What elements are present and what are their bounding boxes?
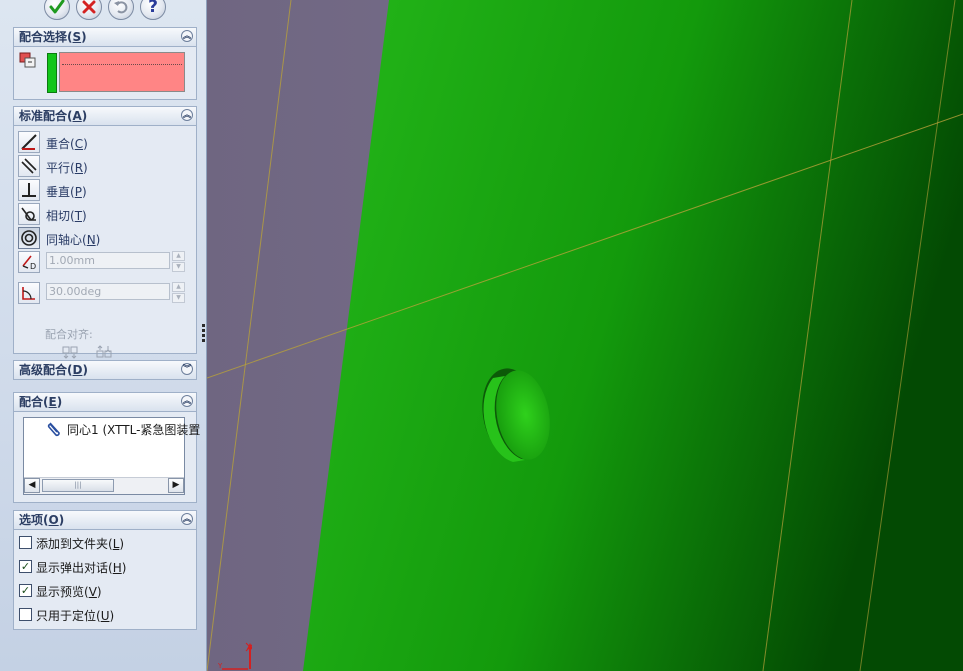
advanced-mates-section: 高级配合(D) ︾	[13, 360, 197, 380]
collapse-chevron-icon[interactable]: ︽	[181, 395, 193, 407]
panel-splitter-handle[interactable]	[201, 322, 206, 346]
mate-selections-header[interactable]: 配合选择(S) ︽	[14, 28, 196, 47]
options-section: 选项(O) ︽ 添加到文件夹(L) ✓ 显示弹出对话(H) ✓ 显示预览(V) …	[13, 510, 197, 630]
aligned-icon[interactable]	[61, 344, 79, 360]
show-popup-dialog-checkbox[interactable]: ✓	[19, 560, 32, 573]
cancel-button[interactable]	[76, 0, 102, 20]
scroll-left-arrow-icon[interactable]: ◀	[24, 478, 40, 493]
mate-alignment-label: 配合对齐:	[45, 328, 93, 341]
anti-aligned-icon[interactable]	[95, 344, 113, 360]
coincident-icon	[18, 131, 40, 153]
angle-input[interactable]: 30.00deg	[46, 283, 170, 300]
ok-icon	[49, 0, 65, 14]
collapse-chevron-icon[interactable]: ︽	[181, 513, 193, 525]
mate-selections-listbox[interactable]	[59, 52, 185, 92]
horizontal-scrollbar[interactable]: ◀ ||| ▶	[24, 477, 184, 494]
positioning-only-checkbox[interactable]	[19, 608, 32, 621]
cancel-icon	[82, 0, 96, 14]
standard-mates-header[interactable]: 标准配合(A) ︽	[14, 107, 196, 126]
ok-button[interactable]	[44, 0, 70, 20]
parallel-icon	[18, 155, 40, 177]
show-preview-checkbox[interactable]: ✓	[19, 584, 32, 597]
mate-selections-section: 配合选择(S) ︽	[13, 27, 197, 100]
undo-button[interactable]	[108, 0, 134, 20]
tangent-mate[interactable]: 相切(T)	[18, 203, 188, 225]
distance-mate-row: D 1.00mm ▲ ▼	[18, 251, 188, 273]
scroll-right-arrow-icon[interactable]: ▶	[168, 478, 184, 493]
advanced-mates-header[interactable]: 高级配合(D) ︾	[14, 361, 196, 379]
coincident-mate[interactable]: 重合(C)	[18, 131, 188, 153]
mates-section: 配合(E) ︽ 同心1 (XTTL-紧急图装置 ◀ ||| ▶	[13, 392, 200, 503]
angle-mate-row: 30.00deg ▲ ▼	[18, 282, 188, 304]
concentric-icon	[18, 227, 40, 249]
distance-icon[interactable]: D	[18, 251, 40, 273]
svg-text:Y: Y	[217, 662, 223, 670]
svg-text:D: D	[30, 262, 36, 271]
add-to-folder-option[interactable]: 添加到文件夹(L)	[19, 534, 189, 552]
coordinate-triad: Y	[217, 642, 252, 670]
collapse-chevron-icon[interactable]: ︽	[181, 109, 193, 121]
green-part-face[interactable]	[303, 0, 963, 671]
expand-chevron-icon[interactable]: ︾	[181, 363, 193, 375]
help-icon: ?	[148, 0, 158, 17]
property-manager-panel: ? 配合选择(S) ︽ 标准配合(A) ︽ 重合(C) 平行(R) 垂直(P) …	[0, 0, 207, 671]
undo-icon	[114, 1, 128, 14]
perpendicular-mate[interactable]: 垂直(P)	[18, 179, 188, 201]
distance-spinner[interactable]: ▲ ▼	[172, 251, 185, 272]
positioning-only-option[interactable]: 只用于定位(U)	[19, 606, 189, 624]
help-button[interactable]: ?	[140, 0, 166, 20]
angle-spinner[interactable]: ▲ ▼	[172, 282, 185, 303]
mate-entities-icon	[19, 52, 36, 68]
perpendicular-icon	[18, 179, 40, 201]
mate-paperclip-icon	[47, 422, 60, 437]
tangent-icon	[18, 203, 40, 225]
show-preview-option[interactable]: ✓ 显示预览(V)	[19, 582, 189, 600]
options-header[interactable]: 选项(O) ︽	[14, 511, 196, 530]
distance-input[interactable]: 1.00mm	[46, 252, 170, 269]
concentric-mate[interactable]: 同轴心(N)	[18, 227, 188, 249]
standard-mates-section: 标准配合(A) ︽ 重合(C) 平行(R) 垂直(P) 相切(T) 同轴心(N)…	[13, 106, 197, 359]
add-to-folder-checkbox[interactable]	[19, 536, 32, 549]
graphics-viewport[interactable]	[207, 0, 963, 671]
show-popup-dialog-option[interactable]: ✓ 显示弹出对话(H)	[19, 558, 189, 576]
collapse-chevron-icon[interactable]: ︽	[181, 30, 193, 42]
scroll-thumb[interactable]: |||	[42, 479, 114, 492]
mates-listbox[interactable]: 同心1 (XTTL-紧急图装置 ◀ ||| ▶	[23, 417, 200, 495]
angle-icon[interactable]	[18, 282, 40, 304]
mates-header[interactable]: 配合(E) ︽	[14, 393, 196, 412]
parallel-mate[interactable]: 平行(R)	[18, 155, 188, 177]
selection-indicator	[47, 53, 57, 93]
